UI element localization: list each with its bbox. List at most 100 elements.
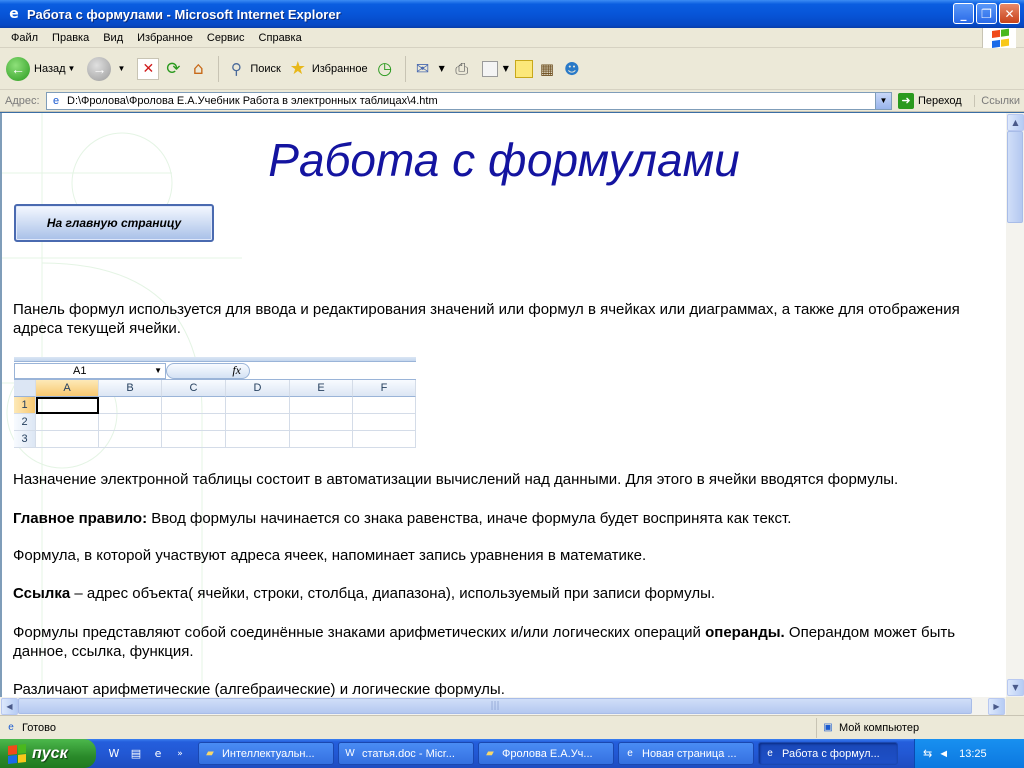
- paragraph-main-rule: Главное правило: Ввод формулы начинается…: [13, 510, 792, 527]
- column-header: E: [290, 380, 353, 397]
- forward-arrow-icon: →: [87, 56, 112, 81]
- research-icon[interactable]: ▦: [536, 58, 558, 80]
- task-button[interactable]: W статья.doc - Micr...: [338, 742, 474, 765]
- column-header: D: [226, 380, 290, 397]
- cell: [162, 397, 226, 414]
- windows-logo-icon: [8, 743, 26, 764]
- home-icon[interactable]: ⌂: [187, 58, 209, 80]
- cell: [290, 397, 353, 414]
- horizontal-scrollbar[interactable]: ◀ ||| ▶: [0, 697, 1006, 715]
- address-label: Адрес:: [5, 94, 40, 107]
- status-text: Готово: [22, 721, 56, 734]
- cell: [99, 397, 162, 414]
- scroll-down-button[interactable]: ▼: [1007, 679, 1024, 696]
- chevron-down-icon[interactable]: ▼: [503, 64, 509, 73]
- address-value: D:\Фролова\Фролова Е.А.Учебник Работа в …: [67, 94, 438, 107]
- minimize-button[interactable]: _: [953, 3, 974, 24]
- star-icon: ★: [289, 58, 306, 78]
- task-button[interactable]: ▰ Интеллектуальн...: [198, 742, 334, 765]
- chevron-down-icon: ▼: [154, 366, 162, 375]
- menu-view[interactable]: Вид: [96, 32, 130, 44]
- cell: [353, 397, 416, 414]
- paragraph-operands: Формулы представляют собой соединённые з…: [13, 624, 956, 660]
- column-header: F: [353, 380, 416, 397]
- quick-launch: W ▤ e »: [106, 746, 188, 762]
- paragraph-purpose: Назначение электронной таблицы состоит в…: [13, 471, 899, 488]
- clock[interactable]: 13:25: [959, 748, 987, 760]
- start-button[interactable]: пуск: [0, 739, 96, 768]
- edit-icon[interactable]: [481, 60, 498, 77]
- history-icon[interactable]: ◷: [374, 58, 396, 80]
- links-button[interactable]: Ссылки: [974, 94, 1020, 107]
- toolbar-separator: [404, 55, 406, 82]
- chevron-right-icon[interactable]: »: [172, 746, 188, 762]
- messenger-icon[interactable]: ☻: [561, 58, 583, 80]
- address-bar: Адрес: e D:\Фролова\Фролова Е.А.Учебник …: [0, 90, 1024, 112]
- home-page-button[interactable]: На главную страницу: [14, 204, 214, 242]
- toolbar: ← Назад ▼ → ▼ ✕ ⟳ ⌂ ⚲ Поиск ★ Избранное …: [0, 48, 1024, 90]
- ie-quicklaunch-icon[interactable]: e: [150, 746, 166, 762]
- network-icon[interactable]: ⇆: [923, 747, 932, 760]
- menu-file[interactable]: Файл: [4, 32, 45, 44]
- go-button[interactable]: ➜ Переход: [898, 92, 962, 109]
- back-button[interactable]: ← Назад ▼: [6, 56, 81, 81]
- row-header: 3: [14, 431, 36, 448]
- page-content: Работа с формулами На главную страницу П…: [0, 113, 1006, 697]
- refresh-icon[interactable]: ⟳: [162, 58, 184, 80]
- volume-icon[interactable]: ◄: [938, 748, 949, 760]
- ie-icon: e: [767, 748, 773, 759]
- chevron-down-icon[interactable]: ▼: [875, 92, 891, 109]
- excel-formula-bar-image: A1 ▼ fx A B C D E F 1 2 3: [14, 357, 416, 451]
- folder-icon: ▰: [206, 748, 214, 759]
- menu-help[interactable]: Справка: [252, 32, 309, 44]
- window-title-bar[interactable]: e Работа с формулами - Microsoft Interne…: [0, 0, 1024, 28]
- forward-button[interactable]: → ▼: [87, 56, 131, 81]
- menu-edit[interactable]: Правка: [45, 32, 96, 44]
- scroll-left-button[interactable]: ◀: [1, 698, 18, 715]
- mail-icon[interactable]: ✉: [412, 58, 434, 80]
- column-header: C: [162, 380, 226, 397]
- spreadsheet-grid: A B C D E F 1 2 3: [14, 380, 416, 448]
- word-icon: W: [345, 748, 355, 759]
- menu-favorites[interactable]: Избранное: [130, 32, 200, 44]
- page-icon: e: [52, 94, 60, 107]
- window-title: Работа с формулами - Microsoft Internet …: [27, 6, 341, 22]
- address-input[interactable]: e D:\Фролова\Фролова Е.А.Учебник Работа …: [46, 91, 892, 110]
- discuss-icon[interactable]: [514, 59, 533, 78]
- print-icon[interactable]: ⎙: [451, 58, 473, 80]
- task-button-active[interactable]: e Работа с формул...: [758, 742, 898, 765]
- cell: [36, 431, 99, 448]
- cell: [353, 414, 416, 431]
- search-button[interactable]: ⚲ Поиск: [225, 58, 281, 80]
- paragraph-formula-equation: Формула, в которой участвуют адреса ячее…: [13, 547, 647, 564]
- word-quicklaunch-icon[interactable]: W: [106, 746, 122, 762]
- page-icon: e: [8, 722, 14, 733]
- cell: [290, 431, 353, 448]
- maximize-button[interactable]: ❐: [976, 3, 997, 24]
- chevron-down-icon[interactable]: ▼: [68, 64, 76, 73]
- computer-icon: ▣: [823, 722, 833, 733]
- system-tray: ⇆ ◄ 13:25: [914, 739, 1024, 768]
- task-button[interactable]: ▰ Фролова Е.А.Уч...: [478, 742, 614, 765]
- paragraph-formula-bar: Панель формул используется для ввода и р…: [13, 301, 960, 337]
- status-bar: e Готово ▣ Мой компьютер: [0, 715, 1024, 739]
- column-header: A: [36, 380, 99, 397]
- menu-bar: Файл Правка Вид Избранное Сервис Справка: [0, 28, 1024, 48]
- chevron-down-icon[interactable]: ▼: [439, 64, 445, 73]
- desktop-quicklaunch-icon[interactable]: ▤: [128, 746, 144, 762]
- vertical-scroll-thumb[interactable]: [1007, 131, 1023, 223]
- vertical-scrollbar[interactable]: ▲ ▼: [1006, 113, 1024, 697]
- task-button[interactable]: e Новая страница ...: [618, 742, 754, 765]
- close-button[interactable]: ✕: [999, 3, 1020, 24]
- stop-icon[interactable]: ✕: [137, 57, 160, 80]
- chevron-down-icon[interactable]: ▼: [117, 64, 125, 73]
- menu-tools[interactable]: Сервис: [200, 32, 252, 44]
- scroll-right-button[interactable]: ▶: [988, 698, 1005, 715]
- paragraph-formula-types: Различают арифметические (алгебраические…: [13, 681, 505, 697]
- fx-icon: fx: [166, 362, 250, 379]
- horizontal-scroll-thumb[interactable]: |||: [18, 698, 972, 714]
- windows-flag-icon: [982, 28, 1016, 48]
- favorites-button[interactable]: ★ Избранное: [287, 58, 368, 80]
- search-icon: ⚲: [230, 60, 242, 78]
- scroll-up-button[interactable]: ▲: [1007, 114, 1024, 131]
